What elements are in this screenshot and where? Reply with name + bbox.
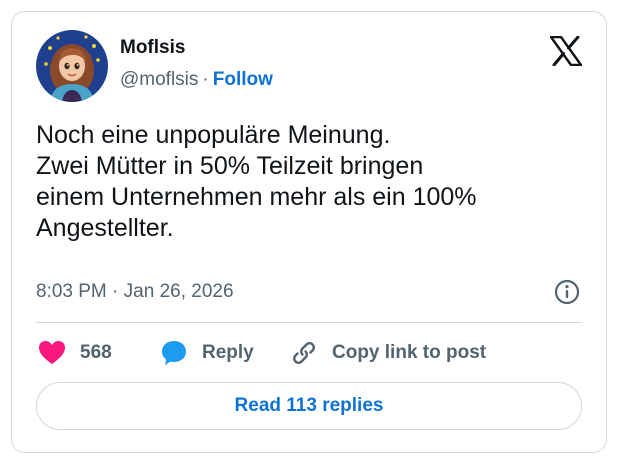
- timestamp-separator: ·: [112, 281, 119, 302]
- tweet-text-line: einem Unternehmen mehr als ein 100%: [36, 183, 477, 211]
- handle-row: @moflsis · Follow: [120, 68, 273, 92]
- cartoon-girl-avatar-icon: [36, 30, 108, 102]
- action-bar: 568 Reply Copy link to post: [38, 338, 582, 368]
- speech-bubble-icon: [162, 341, 186, 365]
- tweet-text: Noch eine unpopuläre Meinung. Zwei Mütte…: [36, 120, 586, 244]
- copy-link-label: Copy link to post: [332, 342, 487, 363]
- reply-label: Reply: [202, 342, 254, 363]
- reply-button[interactable]: Reply: [160, 338, 254, 368]
- divider: [36, 322, 582, 323]
- author-handle[interactable]: @moflsis: [120, 69, 198, 90]
- info-icon[interactable]: [554, 279, 580, 305]
- like-button[interactable]: 568: [38, 338, 112, 368]
- tweet-timestamp[interactable]: 8:03 PM · Jan 26, 2026: [36, 280, 234, 304]
- handle-separator: ·: [202, 69, 209, 90]
- tweet-header: Moflsis @moflsis · Follow: [36, 30, 584, 102]
- tweet-text-line: Zwei Mütter in 50% Teilzeit bringen: [36, 152, 424, 180]
- follow-button[interactable]: Follow: [213, 69, 273, 90]
- tweet-card: Moflsis @moflsis · Follow Noch eine unpopu…: [11, 11, 607, 453]
- tweet-text-line: Noch eine unpopuläre Meinung.: [36, 121, 391, 149]
- link-icon: [293, 342, 315, 364]
- read-replies-button[interactable]: Read 113 replies: [36, 382, 582, 430]
- author-info: Moflsis @moflsis · Follow: [120, 36, 273, 92]
- copy-link-button[interactable]: Copy link to post: [290, 338, 486, 368]
- x-logo-icon[interactable]: [549, 35, 583, 67]
- tweet-time: 8:03 PM: [36, 281, 107, 302]
- author-display-name[interactable]: Moflsis: [120, 36, 273, 60]
- tweet-date: Jan 26, 2026: [123, 281, 234, 302]
- avatar[interactable]: [36, 30, 108, 102]
- tweet-text-line: Angestellter.: [36, 214, 174, 242]
- like-count: 568: [80, 342, 112, 363]
- heart-icon: [39, 341, 65, 364]
